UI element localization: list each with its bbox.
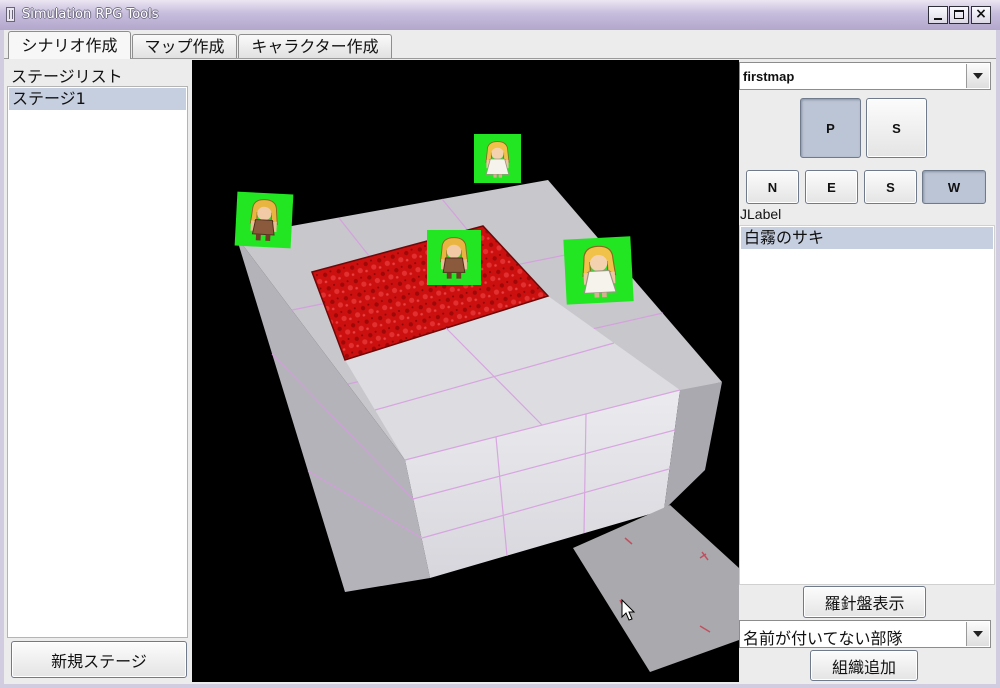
character-sprite-icon[interactable]: [563, 236, 634, 305]
tab-character[interactable]: キャラクター作成: [238, 34, 392, 59]
icon-stripe: [12, 10, 13, 19]
compass-button-label: 羅針盤表示: [824, 594, 905, 613]
map-select-value: firstmap: [743, 69, 795, 84]
jlabel-text: JLabel: [740, 206, 782, 222]
tab-content-border: [4, 58, 996, 59]
direction-s-button[interactable]: S: [864, 170, 917, 204]
character-sprite-icon[interactable]: [427, 230, 481, 285]
title-bar[interactable]: Simulation RPG Tools ×: [0, 0, 1000, 30]
add-group-button-label: 組織追加: [831, 657, 896, 677]
character-sprite-icon[interactable]: [234, 191, 294, 249]
direction-w-button[interactable]: W: [922, 170, 986, 204]
character-sprite-3: [439, 236, 469, 280]
map-floating-tile[interactable]: [573, 505, 739, 672]
unit-select[interactable]: 名前が付いてない部隊: [739, 620, 991, 648]
view-mode-s-button[interactable]: S: [866, 98, 927, 158]
map-3d-scene[interactable]: [192, 60, 739, 682]
button-label: W: [947, 179, 961, 195]
stage-list-item[interactable]: ステージ1: [9, 88, 186, 110]
new-stage-button[interactable]: 新規ステージ: [11, 641, 187, 678]
view-mode-p-button[interactable]: P: [800, 98, 861, 158]
window-title: Simulation RPG Tools: [22, 7, 159, 22]
close-button[interactable]: ×: [971, 6, 991, 24]
direction-n-button[interactable]: N: [746, 170, 799, 204]
unit-select-arrow-button[interactable]: [966, 622, 989, 646]
direction-e-button[interactable]: E: [805, 170, 858, 204]
close-icon: ×: [975, 6, 987, 22]
button-label: S: [886, 179, 895, 195]
unit-select-value: 名前が付いてない部隊: [743, 629, 903, 648]
tab-label: キャラクター作成: [251, 37, 379, 56]
chevron-down-icon: [973, 631, 983, 637]
character-list[interactable]: 白霧のサキ: [739, 225, 995, 585]
maximize-icon: [954, 10, 964, 19]
chevron-down-icon: [973, 73, 983, 79]
app-window: Simulation RPG Tools × シナリオ作成 マップ作成 キャラク…: [0, 0, 1000, 688]
character-sprite-4: [579, 243, 619, 300]
character-sprite-2: [484, 140, 511, 179]
compass-toggle-button[interactable]: 羅針盤表示: [803, 586, 926, 618]
button-label: S: [892, 120, 901, 136]
stage-list[interactable]: ステージ1: [7, 86, 188, 638]
character-sprite-icon[interactable]: [474, 134, 521, 183]
map-select-arrow-button[interactable]: [966, 64, 989, 88]
character-list-item-label: 白霧のサキ: [744, 228, 825, 247]
button-label: P: [826, 120, 835, 136]
new-stage-button-label: 新規ステージ: [51, 651, 147, 671]
minimize-button[interactable]: [928, 6, 948, 24]
button-label: N: [767, 179, 778, 195]
tab-label: マップ作成: [144, 37, 225, 56]
stage-list-item-label: ステージ1: [12, 89, 86, 108]
add-group-button[interactable]: 組織追加: [810, 650, 918, 681]
icon-stripe: [9, 10, 10, 19]
map-3d-viewport[interactable]: [192, 60, 739, 682]
stage-list-header: ステージリスト: [11, 67, 123, 86]
maximize-button[interactable]: [949, 6, 969, 24]
tab-map[interactable]: マップ作成: [132, 34, 237, 59]
button-label: E: [827, 179, 836, 195]
character-list-item[interactable]: 白霧のサキ: [741, 227, 993, 249]
map-select[interactable]: firstmap: [739, 62, 991, 90]
minimize-icon: [934, 18, 942, 20]
java-app-icon[interactable]: [6, 7, 15, 22]
tab-label: シナリオ作成: [21, 36, 118, 55]
tab-scenario[interactable]: シナリオ作成: [8, 31, 131, 59]
